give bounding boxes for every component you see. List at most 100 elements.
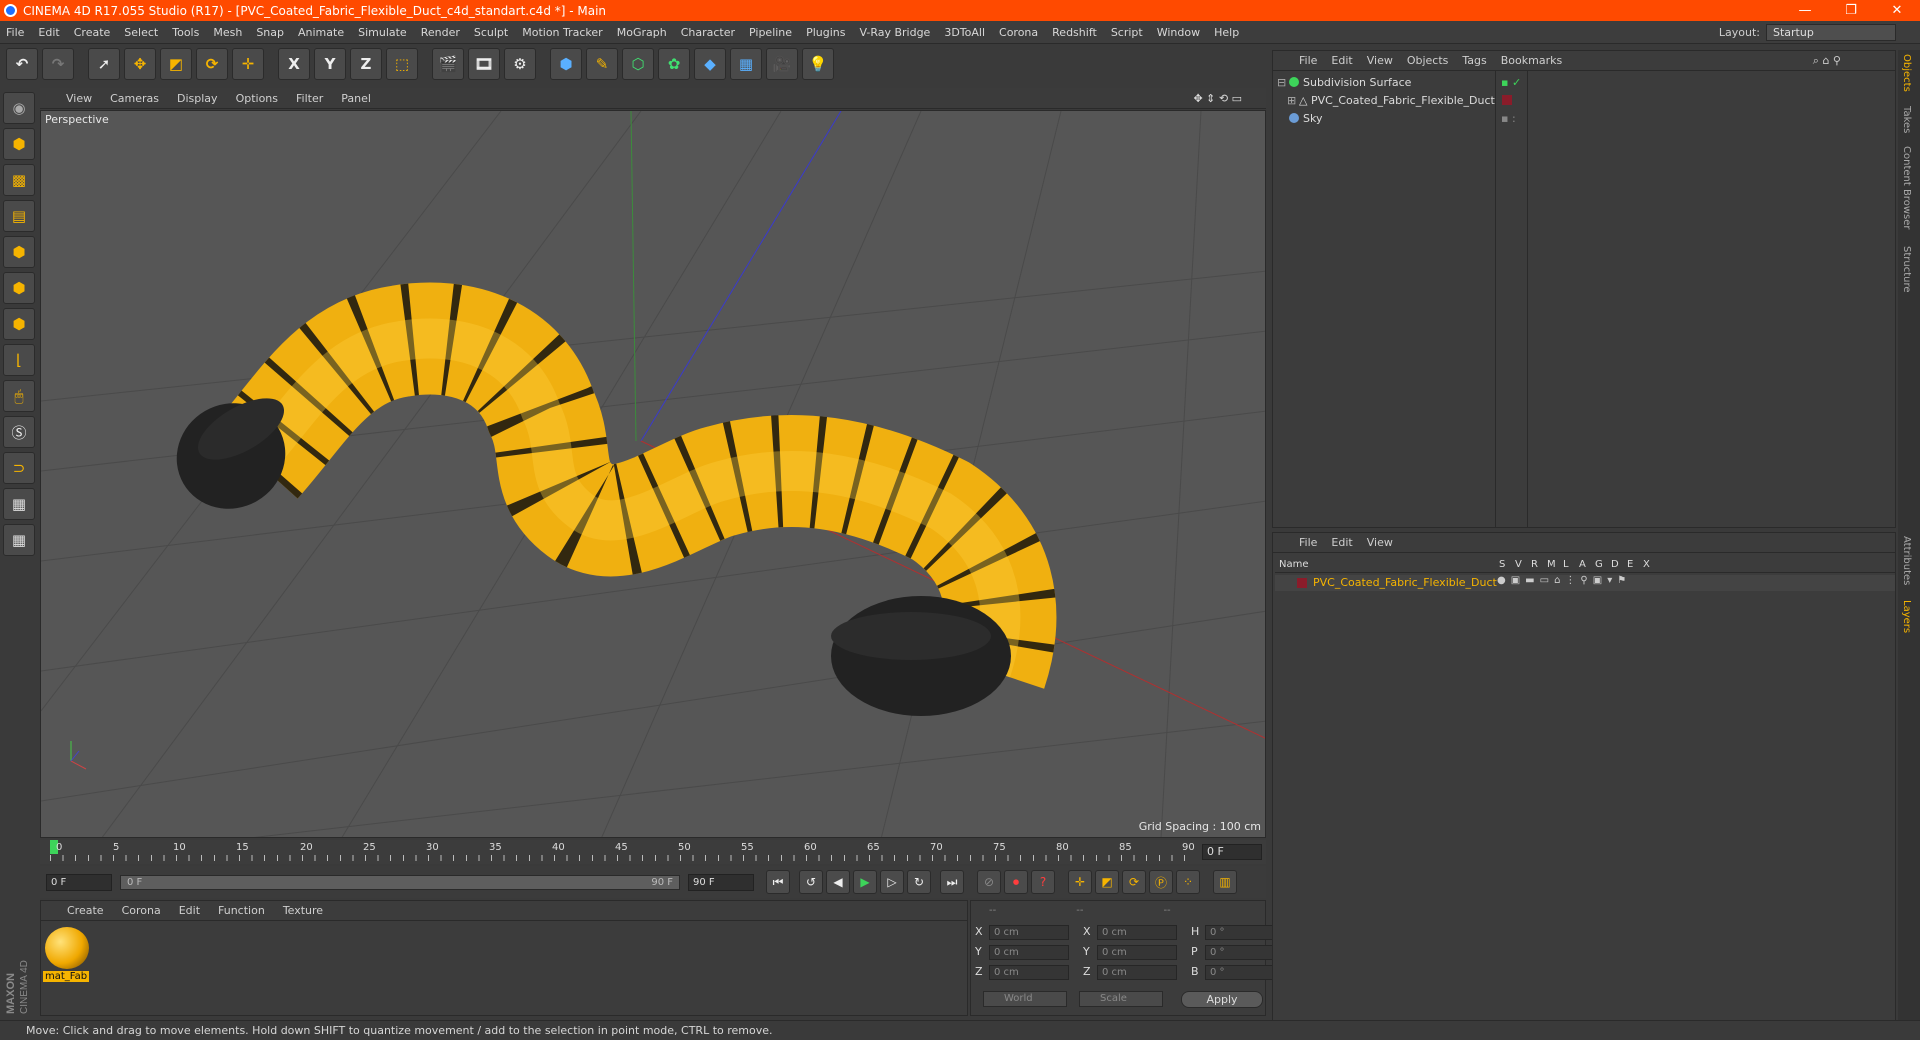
- om-menu-objects[interactable]: Objects: [1407, 54, 1449, 67]
- previous-key-icon[interactable]: ↺: [799, 870, 823, 894]
- menu-pipeline[interactable]: Pipeline: [749, 26, 792, 39]
- tab-content-browser[interactable]: Content Browser: [1901, 146, 1912, 229]
- x-axis-button[interactable]: X: [278, 48, 310, 80]
- coordinate-system-icon[interactable]: ⬚: [386, 48, 418, 80]
- layer-color-swatch[interactable]: [1502, 95, 1512, 105]
- menu-character[interactable]: Character: [681, 26, 735, 39]
- coordinate-space-dropdown[interactable]: World: [983, 991, 1067, 1007]
- menu-sculpt[interactable]: Sculpt: [474, 26, 508, 39]
- expand-icon[interactable]: ⊞: [1287, 94, 1296, 107]
- om-search-icon[interactable]: ⌕ ⌂ ⚲: [1813, 54, 1841, 68]
- menu-motion-tracker[interactable]: Motion Tracker: [522, 26, 602, 39]
- menu-tools[interactable]: Tools: [172, 26, 199, 39]
- cube-primitive-icon[interactable]: ⬢: [550, 48, 582, 80]
- menu-edit[interactable]: Edit: [38, 26, 59, 39]
- menu-simulate[interactable]: Simulate: [358, 26, 407, 39]
- planar-workplane-icon[interactable]: ▦: [3, 524, 35, 556]
- layer-row[interactable]: PVC_Coated_Fabric_Flexible_Duct ●▣▬▭⌂⋮⚲▣…: [1275, 575, 1895, 591]
- visibility-dots-icon[interactable]: ▪ :: [1501, 112, 1516, 125]
- menu-script[interactable]: Script: [1111, 26, 1143, 39]
- edges-mode-icon[interactable]: ⬢: [3, 272, 35, 304]
- end-frame-field[interactable]: 90 F: [688, 873, 754, 891]
- recent-tool-icon[interactable]: ✛: [232, 48, 264, 80]
- viewport-menu-filter[interactable]: Filter: [296, 92, 323, 105]
- light-icon[interactable]: 💡: [802, 48, 834, 80]
- layer-toggle-icons[interactable]: ●▣▬▭⌂⋮⚲▣▾⚑: [1497, 575, 1631, 586]
- timeline-ruler[interactable]: 0 5 10 15 20 25 30 35 40 45 50 55 60 65 …: [40, 840, 1266, 864]
- menu-animate[interactable]: Animate: [298, 26, 344, 39]
- preview-range-slider[interactable]: 0 F 90 F: [120, 874, 680, 890]
- move-icon[interactable]: ✥: [124, 48, 156, 80]
- duct-model[interactable]: [157, 282, 1057, 716]
- mat-menu-edit[interactable]: Edit: [179, 904, 200, 917]
- start-frame-field[interactable]: 0 F: [46, 873, 112, 891]
- lock-workplane-icon[interactable]: ▦: [3, 488, 35, 520]
- viewport-menu-view[interactable]: View: [66, 92, 92, 105]
- maximize-button[interactable]: ❐: [1828, 0, 1874, 21]
- size-y-field[interactable]: 0 cm: [1097, 945, 1177, 960]
- record-active-objects-icon[interactable]: ⏺: [1004, 870, 1028, 894]
- menu-render[interactable]: Render: [421, 26, 460, 39]
- record-keys-disabled-icon[interactable]: ⊘: [977, 870, 1001, 894]
- tweak-mode-icon[interactable]: 🖱: [3, 380, 35, 412]
- subdivision-surface-icon[interactable]: ⬡: [622, 48, 654, 80]
- viewport-menu-panel[interactable]: Panel: [341, 92, 371, 105]
- scale-icon[interactable]: ◩: [160, 48, 192, 80]
- menu-vray-bridge[interactable]: V-Ray Bridge: [859, 26, 930, 39]
- model-mode-icon[interactable]: ⬢: [3, 128, 35, 160]
- points-mode-icon[interactable]: ⬢: [3, 236, 35, 268]
- apply-button[interactable]: Apply: [1181, 991, 1263, 1008]
- key-pla-icon[interactable]: ⁘: [1176, 870, 1200, 894]
- spline-pen-icon[interactable]: ✎: [586, 48, 618, 80]
- redo-icon[interactable]: ↷: [42, 48, 74, 80]
- tab-attributes[interactable]: Attributes: [1901, 536, 1912, 585]
- minimize-button[interactable]: —: [1782, 0, 1828, 21]
- position-y-field[interactable]: 0 cm: [989, 945, 1069, 960]
- play-forward-icon[interactable]: ▶: [853, 870, 877, 894]
- camera-icon[interactable]: 🎥: [766, 48, 798, 80]
- viewport-menu-display[interactable]: Display: [177, 92, 218, 105]
- menu-mesh[interactable]: Mesh: [213, 26, 242, 39]
- viewport-menu-options[interactable]: Options: [236, 92, 278, 105]
- visibility-check-icon[interactable]: ▪ ✓: [1501, 76, 1521, 89]
- texture-mode-icon[interactable]: ▩: [3, 164, 35, 196]
- magnet-icon[interactable]: ⊃: [3, 452, 35, 484]
- coordinate-mode-dropdown[interactable]: Scale: [1079, 991, 1163, 1007]
- mat-menu-create[interactable]: Create: [67, 904, 104, 917]
- viewport-nav-icons[interactable]: ✥ ⇕ ⟲ ▭: [1193, 92, 1242, 105]
- polygons-mode-icon[interactable]: ⬢: [3, 308, 35, 340]
- go-to-start-icon[interactable]: ⏮: [766, 870, 790, 894]
- mat-menu-texture[interactable]: Texture: [283, 904, 323, 917]
- perspective-viewport[interactable]: Perspective Grid Spacing : 100 cm: [40, 110, 1266, 838]
- z-axis-button[interactable]: Z: [350, 48, 382, 80]
- menu-redshift[interactable]: Redshift: [1052, 26, 1097, 39]
- live-selection-icon[interactable]: ➚: [88, 48, 120, 80]
- menu-mograph[interactable]: MoGraph: [617, 26, 667, 39]
- key-position-icon[interactable]: ✛: [1068, 870, 1092, 894]
- tab-structure[interactable]: Structure: [1901, 246, 1912, 293]
- menu-help[interactable]: Help: [1214, 26, 1239, 39]
- timeline-window-icon[interactable]: ▥: [1213, 870, 1237, 894]
- menu-window[interactable]: Window: [1157, 26, 1200, 39]
- make-editable-icon[interactable]: ◉: [3, 92, 35, 124]
- tab-layers[interactable]: Layers: [1901, 600, 1912, 633]
- menu-file[interactable]: File: [6, 26, 24, 39]
- cloner-icon[interactable]: ✿: [658, 48, 690, 80]
- lm-menu-file[interactable]: File: [1299, 536, 1317, 549]
- menu-corona[interactable]: Corona: [999, 26, 1038, 39]
- rotation-b-field[interactable]: 0 °: [1205, 965, 1275, 980]
- go-to-end-icon[interactable]: ⏭: [940, 870, 964, 894]
- render-picture-viewer-icon[interactable]: 🎞: [468, 48, 500, 80]
- deformer-icon[interactable]: ◆: [694, 48, 726, 80]
- object-row-sky[interactable]: Sky ▪ :: [1273, 109, 1895, 127]
- close-button[interactable]: ✕: [1874, 0, 1920, 21]
- axis-mode-icon[interactable]: ⌊: [3, 344, 35, 376]
- menu-3dtoall[interactable]: 3DToAll: [944, 26, 985, 39]
- position-x-field[interactable]: 0 cm: [989, 925, 1069, 940]
- workplane-icon[interactable]: ▤: [3, 200, 35, 232]
- key-rotation-icon[interactable]: ⟳: [1122, 870, 1146, 894]
- key-parameter-icon[interactable]: Ⓟ: [1149, 870, 1173, 894]
- lm-menu-edit[interactable]: Edit: [1331, 536, 1352, 549]
- render-view-icon[interactable]: 🎬: [432, 48, 464, 80]
- rotate-icon[interactable]: ⟳: [196, 48, 228, 80]
